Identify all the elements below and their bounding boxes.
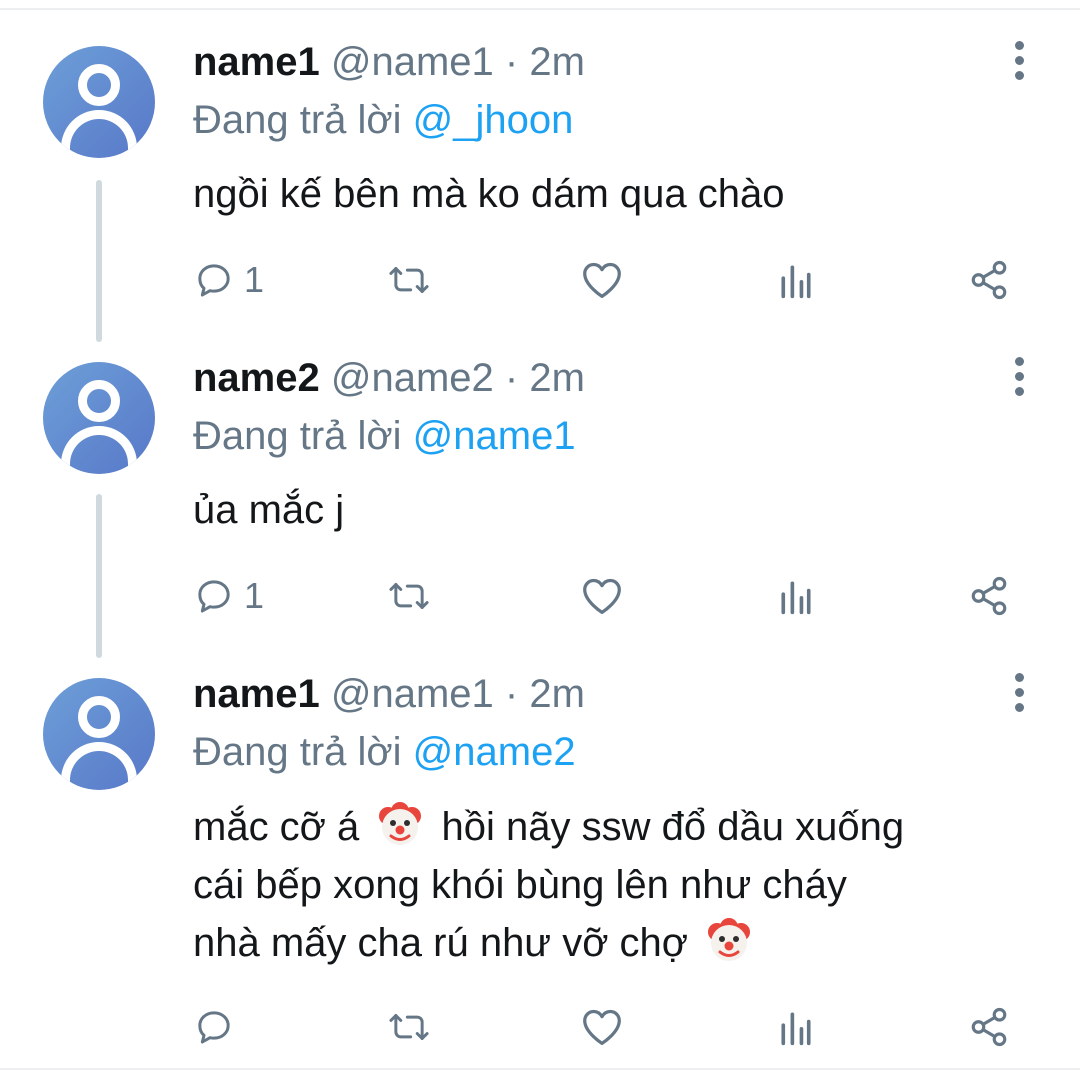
reply-button[interactable]: [194, 1002, 244, 1052]
like-button[interactable]: [580, 1002, 624, 1052]
retweet-icon: [389, 1014, 429, 1040]
reply-count: 1: [244, 575, 265, 616]
analytics-icon: [781, 265, 811, 299]
separator-dot: ·: [504, 672, 519, 716]
heart-icon: [583, 262, 621, 298]
analytics-button[interactable]: [778, 1002, 814, 1052]
reply-button[interactable]: 1: [194, 571, 264, 621]
retweet-button[interactable]: [386, 1002, 432, 1052]
avatar[interactable]: [43, 46, 155, 158]
clown-face-emoji: [379, 802, 422, 845]
action-bar: 1: [0, 255, 1080, 305]
tweet-header: name1 @name1 · 2m: [193, 670, 585, 718]
replying-to: Đang trả lời @name2: [193, 728, 576, 776]
tweet-text-segment: hồi nãy ssw đổ dầu xuống: [441, 805, 905, 849]
tweet-text: ngồi kế bên mà ko dám qua chào: [193, 165, 1043, 223]
share-icon: [971, 1007, 1007, 1047]
tweet-text-segment: mắc cỡ á: [193, 805, 360, 849]
mention-link[interactable]: @_jhoon: [413, 98, 574, 142]
bottom-divider: [0, 1068, 1080, 1070]
tweet-text-line: cái bếp xong khói bùng lên như cháy: [193, 863, 847, 907]
more-vertical-icon[interactable]: [1008, 39, 1032, 83]
avatar[interactable]: [43, 678, 155, 790]
more-vertical-icon[interactable]: [1008, 355, 1032, 399]
analytics-button[interactable]: [778, 571, 814, 621]
like-button[interactable]: [580, 255, 624, 305]
analytics-icon: [781, 1012, 811, 1046]
share-icon: [971, 260, 1007, 300]
share-button[interactable]: [968, 255, 1010, 305]
replying-to-label: Đang trả lời: [193, 98, 402, 142]
display-name[interactable]: name1: [193, 672, 320, 716]
heart-icon: [583, 1009, 621, 1045]
timestamp[interactable]: 2m: [529, 356, 585, 400]
retweet-icon: [389, 267, 429, 293]
mention-link[interactable]: @name2: [413, 730, 576, 774]
replying-to-label: Đang trả lời: [193, 414, 402, 458]
share-button[interactable]: [968, 571, 1010, 621]
timestamp[interactable]: 2m: [529, 40, 585, 84]
tweet-text: ủa mắc j: [193, 481, 1043, 539]
retweet-icon: [389, 583, 429, 609]
tweet-text-line: nhà mấy cha rú như vỡ chợ: [193, 914, 1043, 972]
share-icon: [971, 576, 1007, 616]
replying-to: Đang trả lời @_jhoon: [193, 96, 573, 144]
action-bar: [0, 1002, 1080, 1052]
tweet-text: mắc cỡ á hồi nãy ssw đổ dầu xuống cái bế…: [193, 798, 1043, 972]
user-handle[interactable]: @name1: [331, 672, 494, 716]
mention-link[interactable]: @name1: [413, 414, 576, 458]
user-handle[interactable]: @name2: [331, 356, 494, 400]
retweet-button[interactable]: [386, 571, 432, 621]
retweet-button[interactable]: [386, 255, 432, 305]
tweet-text-line: ngồi kế bên mà ko dám qua chào: [193, 172, 785, 216]
timestamp[interactable]: 2m: [529, 672, 585, 716]
analytics-icon: [781, 581, 811, 615]
tweet-text-segment: nhà mấy cha rú như vỡ chợ: [193, 921, 689, 965]
heart-icon: [583, 578, 621, 614]
action-bar: 1: [0, 571, 1080, 621]
reply-count: 1: [244, 259, 265, 300]
like-button[interactable]: [580, 571, 624, 621]
tweet-header: name1 @name1 · 2m: [193, 38, 585, 86]
separator-dot: ·: [504, 40, 519, 84]
tweet-text-line: mắc cỡ á hồi nãy ssw đổ dầu xuống: [193, 798, 1043, 856]
user-handle[interactable]: @name1: [331, 40, 494, 84]
reply-icon: [198, 580, 230, 613]
analytics-button[interactable]: [778, 255, 814, 305]
reply-icon: [198, 1011, 230, 1044]
more-vertical-icon[interactable]: [1008, 671, 1032, 715]
top-divider: [0, 8, 1080, 10]
display-name[interactable]: name2: [193, 356, 320, 400]
replying-to-label: Đang trả lời: [193, 730, 402, 774]
reply-button[interactable]: 1: [194, 255, 264, 305]
avatar[interactable]: [43, 362, 155, 474]
display-name[interactable]: name1: [193, 40, 320, 84]
tweet-header: name2 @name2 · 2m: [193, 354, 585, 402]
clown-face-emoji: [708, 918, 751, 961]
separator-dot: ·: [504, 356, 519, 400]
tweet-text-line: ủa mắc j: [193, 488, 345, 532]
replying-to: Đang trả lời @name1: [193, 412, 576, 460]
share-button[interactable]: [968, 1002, 1010, 1052]
reply-icon: [198, 264, 230, 297]
